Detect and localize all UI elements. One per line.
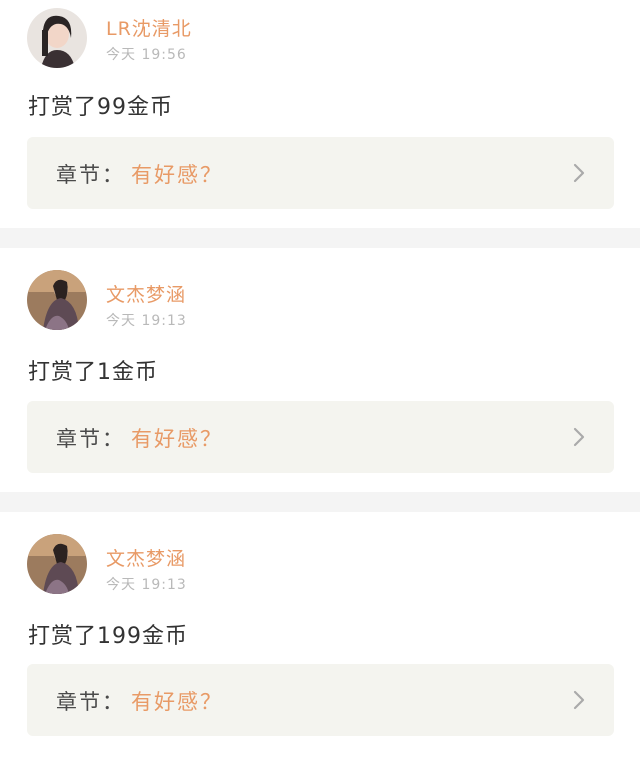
chevron-right-icon [573, 427, 585, 447]
reward-post: LR沈清北 今天 19:56 打赏了99金币 章节： 有好感？ [0, 0, 640, 228]
chapter-title: 有好感？ [131, 163, 223, 187]
chapter-label: 章节： [56, 690, 125, 714]
reward-message: 打赏了199金币 [28, 624, 188, 649]
chapter-title: 有好感？ [131, 427, 223, 451]
reward-post: 文杰梦涵 今天 19:13 打赏了1金币 章节： 有好感？ [0, 248, 640, 492]
reward-post: 文杰梦涵 今天 19:13 打赏了199金币 章节： 有好感？ [0, 512, 640, 759]
reward-message: 打赏了99金币 [28, 95, 173, 120]
reward-feed: LR沈清北 今天 19:56 打赏了99金币 章节： 有好感？ 文杰梦涵 今天 … [0, 0, 640, 759]
chapter-link[interactable]: 章节： 有好感？ [27, 664, 614, 736]
chevron-right-icon [573, 690, 585, 710]
username[interactable]: 文杰梦涵 [106, 280, 186, 307]
username[interactable]: LR沈清北 [106, 14, 192, 41]
chapter-link[interactable]: 章节： 有好感？ [27, 137, 614, 209]
user-avatar[interactable] [27, 270, 87, 330]
chapter-label: 章节： [56, 163, 125, 187]
chapter-label: 章节： [56, 427, 125, 451]
post-time: 今天 19:13 [106, 313, 187, 329]
post-time: 今天 19:13 [106, 577, 187, 593]
post-time: 今天 19:56 [106, 47, 187, 63]
user-avatar[interactable] [27, 8, 87, 68]
username[interactable]: 文杰梦涵 [106, 544, 186, 571]
chapter-title: 有好感？ [131, 690, 223, 714]
user-avatar[interactable] [27, 534, 87, 594]
post-separator [0, 492, 640, 512]
chevron-right-icon [573, 163, 585, 183]
chapter-link[interactable]: 章节： 有好感？ [27, 401, 614, 473]
reward-message: 打赏了1金币 [28, 360, 158, 385]
post-separator [0, 228, 640, 248]
